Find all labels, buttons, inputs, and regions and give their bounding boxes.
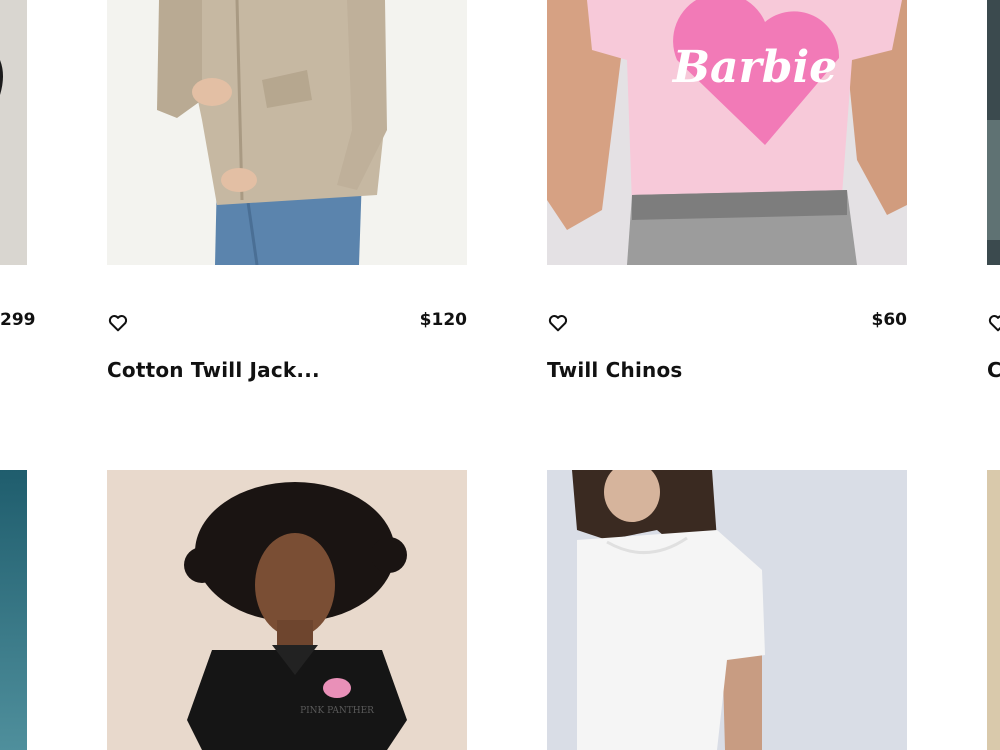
barbie-print-text: Barbie <box>671 42 837 93</box>
product-price: 299 <box>0 310 36 330</box>
product-meta: $60 <box>547 310 907 340</box>
favorite-heart-icon[interactable] <box>547 312 569 334</box>
product-image[interactable] <box>0 0 27 265</box>
product-photo <box>0 470 27 750</box>
product-image-partial-right[interactable] <box>987 470 1000 750</box>
favorite-heart-icon[interactable] <box>107 312 129 334</box>
product-price: $60 <box>871 310 908 330</box>
product-image[interactable] <box>547 470 907 750</box>
product-title[interactable]: Twill Chinos <box>547 358 683 382</box>
white-tee-photo <box>547 470 907 750</box>
product-photo <box>987 470 1000 750</box>
product-image[interactable]: Barbie <box>547 0 907 265</box>
product-image[interactable] <box>107 0 467 265</box>
product-image[interactable]: PINK PANTHER <box>107 470 467 750</box>
favorite-heart-icon[interactable] <box>987 312 1000 334</box>
polo-photo: PINK PANTHER <box>107 470 467 750</box>
pink-panther-print-text: PINK PANTHER <box>300 706 374 716</box>
product-title[interactable]: C <box>987 358 1000 382</box>
product-image[interactable] <box>987 0 1000 265</box>
barbie-tee-photo: Barbie <box>547 0 907 265</box>
product-meta: $120 <box>107 310 467 340</box>
product-title[interactable]: Cotton Twill Jack... <box>107 358 320 382</box>
product-image-partial-left[interactable] <box>0 470 27 750</box>
jacket-photo <box>107 0 467 265</box>
product-photo <box>0 0 27 265</box>
product-price: $120 <box>419 310 467 330</box>
product-photo <box>987 0 1000 265</box>
